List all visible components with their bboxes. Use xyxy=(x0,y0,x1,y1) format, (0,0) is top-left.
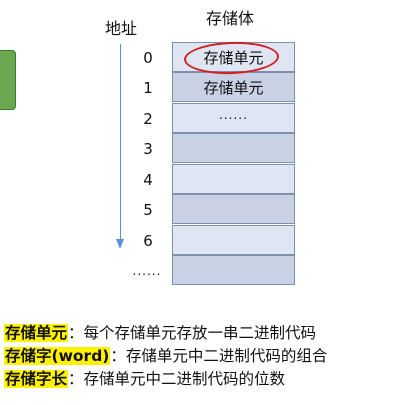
desc-storage-word: ：存储单元中二进制代码的组合 xyxy=(110,347,328,365)
address-1: 1 xyxy=(143,79,153,97)
address-arrow-head xyxy=(116,239,124,249)
term-storage-unit: 存储单元 xyxy=(4,324,69,342)
address-6: 6 xyxy=(143,232,153,250)
address-4: 4 xyxy=(143,171,153,189)
memory-cell-ellipsis: ...... xyxy=(219,108,248,122)
memory-cell-1: 存储单元 xyxy=(172,72,295,102)
memory-cell-6 xyxy=(172,225,295,255)
term-storage-word: 存储字(word) xyxy=(4,347,111,365)
storage-header: 存储体 xyxy=(206,9,255,28)
slide-side-tab xyxy=(0,50,16,110)
definitions-list: 存储单元：每个存储单元存放一串二进制代码 存储字(word)：存储单元中二进制代… xyxy=(4,322,327,391)
address-2: 2 xyxy=(143,110,153,128)
desc-word-length: ：存储单元中二进制代码的位数 xyxy=(68,370,286,388)
definition-storage-unit: 存储单元：每个存储单元存放一串二进制代码 xyxy=(4,322,327,345)
memory-cell-3 xyxy=(172,133,295,163)
address-arrow-line xyxy=(120,44,121,240)
memory-cell-2: ...... xyxy=(172,103,295,133)
memory-cell-5 xyxy=(172,194,295,224)
address-ellipsis: ...... xyxy=(132,264,162,278)
term-word-length: 存储字长 xyxy=(4,370,69,388)
address-0: 0 xyxy=(143,49,153,67)
definition-word-length: 存储字长：存储单元中二进制代码的位数 xyxy=(4,368,327,391)
address-5: 5 xyxy=(143,201,153,219)
address-header: 地址 xyxy=(105,19,138,38)
definition-storage-word: 存储字(word)：存储单元中二进制代码的组合 xyxy=(4,345,327,368)
address-3: 3 xyxy=(143,140,153,158)
memory-cell-7 xyxy=(172,255,295,285)
memory-cell-4 xyxy=(172,164,295,194)
desc-storage-unit: ：每个存储单元存放一串二进制代码 xyxy=(68,324,317,342)
